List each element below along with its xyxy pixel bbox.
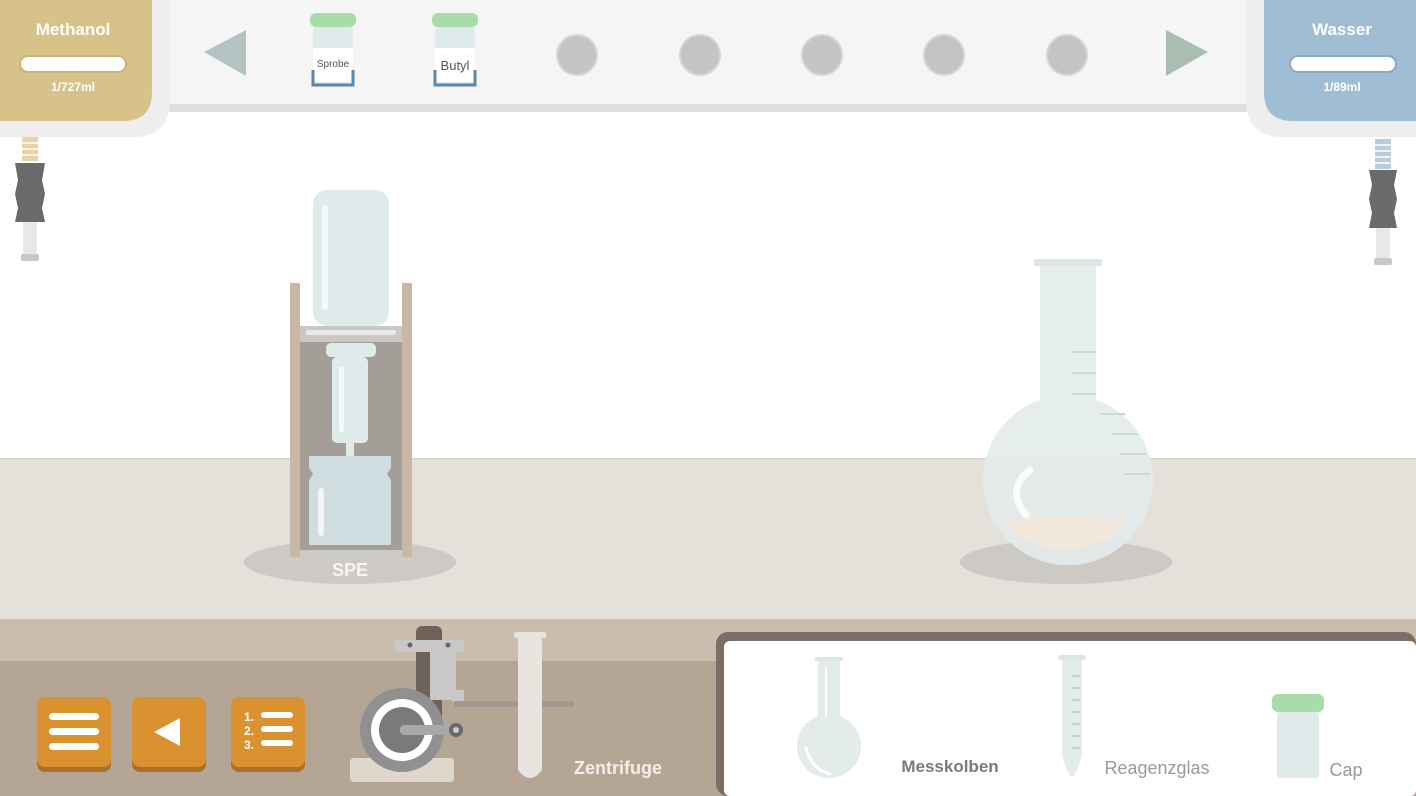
lab-scene <box>0 0 1416 796</box>
spe-label: SPE <box>331 560 369 580</box>
vial-label-butyl: Butyl <box>440 58 470 73</box>
numbered-list-icon: 1. 2. 3. <box>244 710 293 752</box>
centrifuge-test-tube[interactable] <box>514 632 546 778</box>
steps-list-button[interactable]: 1. 2. 3. <box>231 697 305 767</box>
centrifuge-label: Zentrifuge <box>574 758 662 778</box>
vial-label-sprobe: Sprobe <box>316 59 350 70</box>
wasser-level: 1/89ml <box>1323 80 1361 94</box>
inventory-label-reagenzglas: Reagenzglas <box>1104 758 1210 778</box>
empty-slot <box>679 34 721 76</box>
svg-text:2.: 2. <box>244 724 254 738</box>
methanol-tap[interactable] <box>15 137 45 261</box>
svg-text:1.: 1. <box>244 710 254 724</box>
back-icon <box>154 718 180 746</box>
sample-vial-sprobe[interactable] <box>310 13 356 87</box>
svg-text:3.: 3. <box>244 738 254 752</box>
empty-slot <box>801 34 843 76</box>
empty-slot <box>1046 34 1088 76</box>
empty-slot <box>556 34 598 76</box>
inventory-label-messkolben: Messkolben <box>901 757 999 776</box>
wasser-tap[interactable] <box>1369 139 1397 265</box>
menu-button[interactable] <box>37 697 111 767</box>
wasser-name: Wasser <box>1312 20 1372 39</box>
back-button[interactable] <box>132 697 206 767</box>
empty-slot <box>923 34 965 76</box>
reagent-vial-butyl[interactable] <box>432 13 478 87</box>
lab-bench <box>0 459 1416 619</box>
methanol-name: Methanol <box>35 20 111 39</box>
inventory-label-cap: Cap <box>1329 760 1363 780</box>
cap-vial-icon[interactable] <box>1272 694 1324 778</box>
methanol-level: 1/727ml <box>50 80 96 94</box>
menu-icon <box>49 713 99 750</box>
